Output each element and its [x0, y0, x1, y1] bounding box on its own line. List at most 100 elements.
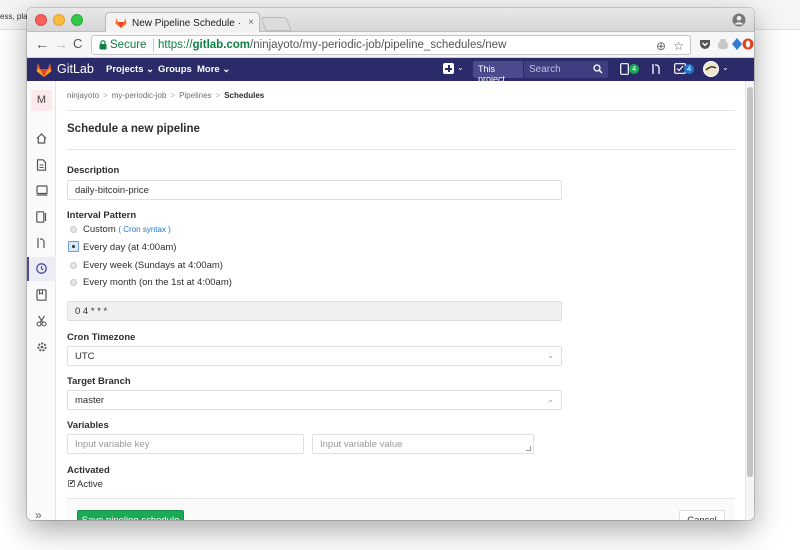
issues-count-badge[interactable]: 4	[629, 64, 640, 74]
bookmark-star-icon[interactable]: ☆	[673, 39, 684, 53]
cancel-button[interactable]: Cancel	[679, 510, 725, 520]
target-branch-label: Target Branch	[67, 376, 131, 387]
scissors-icon	[36, 315, 47, 327]
project-avatar[interactable]: M	[31, 90, 52, 111]
user-avatar[interactable]	[703, 61, 719, 77]
breadcrumb-item[interactable]: my-periodic-job	[112, 91, 167, 100]
document-icon	[36, 159, 47, 171]
browser-toolbar: ← → C Secure https://gitlab.com/ninjayot…	[27, 32, 754, 58]
active-checkbox[interactable]: ✔	[68, 480, 75, 487]
description-input[interactable]: daily-bitcoin-price	[67, 180, 562, 200]
active-checkbox-label: Active	[77, 479, 103, 490]
gitlab-brand[interactable]: GitLab	[57, 62, 94, 76]
timezone-dropdown[interactable]: UTC ⌄	[67, 346, 562, 366]
divider	[67, 149, 735, 150]
description-label: Description	[67, 165, 120, 176]
chevron-down-icon[interactable]: ⌄	[457, 63, 464, 72]
breadcrumb-current[interactable]: Schedules	[224, 91, 264, 100]
radio-button[interactable]	[70, 279, 77, 286]
book-icon	[36, 289, 47, 301]
lock-icon	[99, 40, 107, 53]
radio-label-every-month: Every month (on the 1st at 4:00am)	[83, 277, 232, 288]
browser-tab-active[interactable]: New Pipeline Schedule · ninjayoto ×	[105, 12, 260, 32]
save-pipeline-schedule-button[interactable]: Save pipeline schedule	[77, 510, 184, 520]
background-cutoff-text: ess, pla	[0, 12, 28, 21]
projects-menu[interactable]: Projects ⌄	[106, 64, 154, 75]
radio-button-selected[interactable]	[68, 241, 79, 252]
target-branch-dropdown[interactable]: master ⌄	[67, 390, 562, 410]
address-bar[interactable]: Secure https://gitlab.com/ninjayoto/my-p…	[91, 35, 691, 55]
sidebar-item-repository[interactable]	[27, 153, 56, 177]
variables-label: Variables	[67, 420, 109, 431]
page-scrollbar[interactable]	[745, 81, 754, 520]
chevron-down-icon: ⌄	[547, 351, 554, 360]
new-item-plus-icon[interactable]	[443, 63, 454, 74]
variable-key-input[interactable]: Input variable key	[67, 434, 304, 454]
breadcrumb-item[interactable]: Pipelines	[179, 91, 211, 100]
page-title: Schedule a new pipeline	[67, 123, 200, 135]
home-icon	[36, 133, 47, 144]
search-scope-label[interactable]: This project	[473, 61, 523, 84]
variable-value-placeholder: Input variable value	[320, 439, 403, 450]
radio-button[interactable]	[70, 262, 77, 269]
project-sidebar: M »	[27, 81, 56, 520]
browser-profile-icon[interactable]	[732, 13, 746, 27]
sidebar-item-registry[interactable]	[27, 179, 56, 203]
activated-label: Activated	[67, 465, 110, 476]
close-window-button[interactable]	[35, 14, 47, 26]
breadcrumb: ninjayoto > my-periodic-job > Pipelines > Sche…	[67, 91, 265, 100]
resize-handle-icon[interactable]	[526, 446, 531, 451]
groups-link[interactable]: Groups	[158, 64, 192, 75]
gitlab-tanuki-icon	[115, 17, 127, 31]
drive-extension-icon[interactable]	[717, 38, 729, 50]
maximize-window-button[interactable]	[71, 14, 83, 26]
sidebar-item-pipelines[interactable]	[27, 257, 56, 281]
search-input[interactable]: Search	[524, 61, 608, 78]
search-icon	[593, 64, 603, 77]
sidebar-item-issues[interactable]	[27, 205, 56, 229]
browser-titlebar: New Pipeline Schedule · ninjayoto ×	[27, 8, 754, 32]
interval-pattern-label: Interval Pattern	[67, 210, 137, 221]
cron-timezone-label: Cron Timezone	[67, 332, 136, 343]
pocket-extension-icon[interactable]	[699, 38, 711, 50]
gitlab-logo-icon[interactable]	[36, 62, 52, 80]
timezone-value: UTC	[75, 351, 95, 362]
chevron-down-icon[interactable]: ⌄	[722, 63, 729, 72]
secure-label: Secure	[110, 39, 147, 51]
scrollbar-thumb[interactable]	[747, 87, 753, 477]
collapse-sidebar-icon[interactable]: »	[35, 508, 42, 520]
forward-arrow-icon[interactable]: →	[54, 37, 68, 51]
more-menu[interactable]: More ⌄	[197, 64, 230, 75]
url-text[interactable]: https://gitlab.com/ninjayoto/my-periodic…	[158, 39, 506, 51]
browser-window: New Pipeline Schedule · ninjayoto × ← → …	[27, 8, 754, 520]
cron-pattern-input[interactable]: 0 4 * * *	[67, 301, 562, 321]
sidebar-item-merge-requests[interactable]	[27, 231, 56, 255]
gear-icon	[37, 342, 47, 352]
sidebar-item-wiki[interactable]	[27, 283, 56, 307]
radio-label-custom: Custom	[83, 224, 116, 235]
radio-button[interactable]	[70, 226, 77, 233]
new-tab-button[interactable]	[260, 17, 292, 31]
zoom-icon[interactable]: ⊕	[656, 39, 666, 53]
search-placeholder: Search	[529, 64, 561, 75]
merge-request-icon	[37, 238, 45, 248]
chevron-down-icon: ⌄	[547, 395, 554, 404]
back-arrow-icon[interactable]: ←	[35, 37, 49, 51]
variable-value-input[interactable]: Input variable value	[312, 434, 534, 454]
tab-title: New Pipeline Schedule · ninjayoto	[132, 18, 244, 29]
sidebar-item-settings[interactable]	[27, 335, 56, 359]
reload-icon[interactable]: C	[73, 37, 82, 51]
container-icon	[36, 185, 48, 196]
minimize-window-button[interactable]	[53, 14, 65, 26]
todos-count-badge[interactable]: 4	[684, 64, 695, 74]
clock-icon	[36, 263, 47, 274]
merge-requests-icon[interactable]	[651, 63, 661, 78]
breadcrumb-item[interactable]: ninjayoto	[67, 91, 99, 100]
cron-syntax-link[interactable]: Cron syntax	[123, 225, 166, 234]
issues-icon[interactable]	[620, 63, 629, 78]
sidebar-item-overview[interactable]	[27, 127, 56, 151]
url-separator	[153, 38, 154, 52]
opera-extension-icon[interactable]	[742, 38, 754, 50]
close-tab-icon[interactable]: ×	[248, 17, 254, 28]
sidebar-item-snippets[interactable]	[27, 309, 56, 333]
